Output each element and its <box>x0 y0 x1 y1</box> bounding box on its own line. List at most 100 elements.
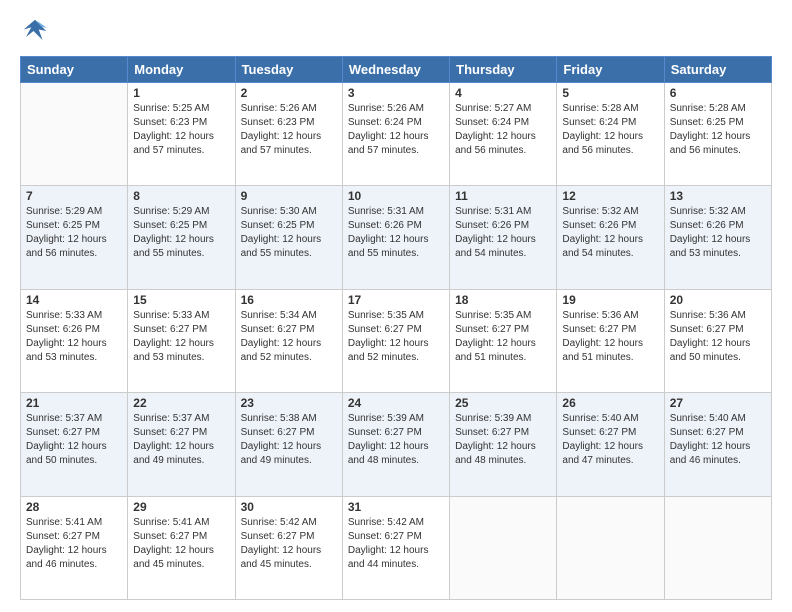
day-info: Sunrise: 5:41 AMSunset: 6:27 PMDaylight:… <box>26 516 122 572</box>
day-info: Sunrise: 5:37 AMSunset: 6:27 PMDaylight:… <box>133 412 229 468</box>
day-info: Sunrise: 5:40 AMSunset: 6:27 PMDaylight:… <box>670 412 766 468</box>
day-info: Sunrise: 5:29 AMSunset: 6:25 PMDaylight:… <box>26 205 122 261</box>
day-info: Sunrise: 5:31 AMSunset: 6:26 PMDaylight:… <box>455 205 551 261</box>
day-number: 7 <box>26 189 122 203</box>
day-info: Sunrise: 5:41 AMSunset: 6:27 PMDaylight:… <box>133 516 229 572</box>
calendar-cell: 19 Sunrise: 5:36 AMSunset: 6:27 PMDayligh… <box>557 289 664 392</box>
day-info: Sunrise: 5:32 AMSunset: 6:26 PMDaylight:… <box>670 205 766 261</box>
col-header-wednesday: Wednesday <box>342 57 449 83</box>
day-number: 3 <box>348 86 444 100</box>
day-number: 12 <box>562 189 658 203</box>
week-row-5: 28Sunrise: 5:41 AMSunset: 6:27 PMDayligh… <box>21 496 772 599</box>
calendar-cell <box>450 496 557 599</box>
calendar-cell: 22 Sunrise: 5:37 AMSunset: 6:27 PMDayligh… <box>128 393 235 496</box>
day-number: 17 <box>348 293 444 307</box>
calendar-cell: 23 Sunrise: 5:38 AMSunset: 6:27 PMDayligh… <box>235 393 342 496</box>
col-header-friday: Friday <box>557 57 664 83</box>
day-number: 31 <box>348 500 444 514</box>
calendar-cell: 15 Sunrise: 5:33 AMSunset: 6:27 PMDayligh… <box>128 289 235 392</box>
day-number: 14 <box>26 293 122 307</box>
day-number: 20 <box>670 293 766 307</box>
day-number: 9 <box>241 189 337 203</box>
day-number: 29 <box>133 500 229 514</box>
calendar-cell: 31 Sunrise: 5:42 AMSunset: 6:27 PMDayligh… <box>342 496 449 599</box>
calendar-cell: 8 Sunrise: 5:29 AMSunset: 6:25 PMDaylight… <box>128 186 235 289</box>
page: SundayMondayTuesdayWednesdayThursdayFrid… <box>0 0 792 612</box>
calendar-cell: 14 Sunrise: 5:33 AMSunset: 6:26 PMDayligh… <box>21 289 128 392</box>
day-info: Sunrise: 5:29 AMSunset: 6:25 PMDaylight:… <box>133 205 229 261</box>
week-row-2: 7 Sunrise: 5:29 AMSunset: 6:25 PMDaylight… <box>21 186 772 289</box>
col-header-sunday: Sunday <box>21 57 128 83</box>
calendar-cell: 9 Sunrise: 5:30 AMSunset: 6:25 PMDaylight… <box>235 186 342 289</box>
logo-icon <box>20 16 50 46</box>
day-number: 1 <box>133 86 229 100</box>
day-info: Sunrise: 5:42 AMSunset: 6:27 PMDaylight:… <box>348 516 444 572</box>
day-info: Sunrise: 5:39 AMSunset: 6:27 PMDaylight:… <box>455 412 551 468</box>
calendar-cell: 29 Sunrise: 5:41 AMSunset: 6:27 PMDayligh… <box>128 496 235 599</box>
calendar-cell: 30Sunrise: 5:42 AMSunset: 6:27 PMDayligh… <box>235 496 342 599</box>
day-info: Sunrise: 5:33 AMSunset: 6:26 PMDaylight:… <box>26 309 122 365</box>
day-number: 23 <box>241 396 337 410</box>
day-number: 24 <box>348 396 444 410</box>
day-number: 26 <box>562 396 658 410</box>
day-number: 16 <box>241 293 337 307</box>
day-number: 8 <box>133 189 229 203</box>
col-header-monday: Monday <box>128 57 235 83</box>
day-number: 19 <box>562 293 658 307</box>
day-info: Sunrise: 5:30 AMSunset: 6:25 PMDaylight:… <box>241 205 337 261</box>
calendar-cell: 20 Sunrise: 5:36 AMSunset: 6:27 PMDayligh… <box>664 289 771 392</box>
day-number: 22 <box>133 396 229 410</box>
calendar-cell: 11 Sunrise: 5:31 AMSunset: 6:26 PMDayligh… <box>450 186 557 289</box>
calendar-table: SundayMondayTuesdayWednesdayThursdayFrid… <box>20 56 772 600</box>
col-header-saturday: Saturday <box>664 57 771 83</box>
calendar-cell: 13Sunrise: 5:32 AMSunset: 6:26 PMDayligh… <box>664 186 771 289</box>
calendar-cell: 17 Sunrise: 5:35 AMSunset: 6:27 PMDayligh… <box>342 289 449 392</box>
day-number: 5 <box>562 86 658 100</box>
calendar-cell: 27 Sunrise: 5:40 AMSunset: 6:27 PMDayligh… <box>664 393 771 496</box>
calendar-cell: 1 Sunrise: 5:25 AMSunset: 6:23 PMDaylight… <box>128 83 235 186</box>
calendar-cell: 26 Sunrise: 5:40 AMSunset: 6:27 PMDayligh… <box>557 393 664 496</box>
header <box>20 16 772 46</box>
week-row-3: 14 Sunrise: 5:33 AMSunset: 6:26 PMDayligh… <box>21 289 772 392</box>
calendar-cell <box>557 496 664 599</box>
day-number: 21 <box>26 396 122 410</box>
day-info: Sunrise: 5:38 AMSunset: 6:27 PMDaylight:… <box>241 412 337 468</box>
calendar-cell: 16Sunrise: 5:34 AMSunset: 6:27 PMDayligh… <box>235 289 342 392</box>
calendar-cell: 21Sunrise: 5:37 AMSunset: 6:27 PMDayligh… <box>21 393 128 496</box>
calendar-cell: 2Sunrise: 5:26 AMSunset: 6:23 PMDaylight… <box>235 83 342 186</box>
day-number: 4 <box>455 86 551 100</box>
day-number: 11 <box>455 189 551 203</box>
calendar-cell <box>21 83 128 186</box>
day-info: Sunrise: 5:35 AMSunset: 6:27 PMDaylight:… <box>348 309 444 365</box>
day-info: Sunrise: 5:42 AMSunset: 6:27 PMDaylight:… <box>241 516 337 572</box>
calendar-cell: 6 Sunrise: 5:28 AMSunset: 6:25 PMDaylight… <box>664 83 771 186</box>
day-number: 18 <box>455 293 551 307</box>
day-info: Sunrise: 5:27 AMSunset: 6:24 PMDaylight:… <box>455 102 551 158</box>
day-info: Sunrise: 5:28 AMSunset: 6:25 PMDaylight:… <box>670 102 766 158</box>
calendar-cell: 12 Sunrise: 5:32 AMSunset: 6:26 PMDayligh… <box>557 186 664 289</box>
day-info: Sunrise: 5:39 AMSunset: 6:27 PMDaylight:… <box>348 412 444 468</box>
day-info: Sunrise: 5:36 AMSunset: 6:27 PMDaylight:… <box>562 309 658 365</box>
day-info: Sunrise: 5:32 AMSunset: 6:26 PMDaylight:… <box>562 205 658 261</box>
day-info: Sunrise: 5:33 AMSunset: 6:27 PMDaylight:… <box>133 309 229 365</box>
calendar-cell: 28Sunrise: 5:41 AMSunset: 6:27 PMDayligh… <box>21 496 128 599</box>
day-info: Sunrise: 5:25 AMSunset: 6:23 PMDaylight:… <box>133 102 229 158</box>
calendar-cell: 4 Sunrise: 5:27 AMSunset: 6:24 PMDaylight… <box>450 83 557 186</box>
calendar-cell: 18 Sunrise: 5:35 AMSunset: 6:27 PMDayligh… <box>450 289 557 392</box>
calendar-cell: 3 Sunrise: 5:26 AMSunset: 6:24 PMDaylight… <box>342 83 449 186</box>
col-header-tuesday: Tuesday <box>235 57 342 83</box>
day-number: 6 <box>670 86 766 100</box>
calendar-cell <box>664 496 771 599</box>
day-info: Sunrise: 5:26 AMSunset: 6:24 PMDaylight:… <box>348 102 444 158</box>
day-number: 15 <box>133 293 229 307</box>
logo <box>20 16 54 46</box>
calendar-cell: 7 Sunrise: 5:29 AMSunset: 6:25 PMDaylight… <box>21 186 128 289</box>
day-info: Sunrise: 5:31 AMSunset: 6:26 PMDaylight:… <box>348 205 444 261</box>
calendar-cell: 24 Sunrise: 5:39 AMSunset: 6:27 PMDayligh… <box>342 393 449 496</box>
day-number: 27 <box>670 396 766 410</box>
day-info: Sunrise: 5:40 AMSunset: 6:27 PMDaylight:… <box>562 412 658 468</box>
day-info: Sunrise: 5:36 AMSunset: 6:27 PMDaylight:… <box>670 309 766 365</box>
day-info: Sunrise: 5:35 AMSunset: 6:27 PMDaylight:… <box>455 309 551 365</box>
day-info: Sunrise: 5:28 AMSunset: 6:24 PMDaylight:… <box>562 102 658 158</box>
calendar-cell: 10Sunrise: 5:31 AMSunset: 6:26 PMDayligh… <box>342 186 449 289</box>
